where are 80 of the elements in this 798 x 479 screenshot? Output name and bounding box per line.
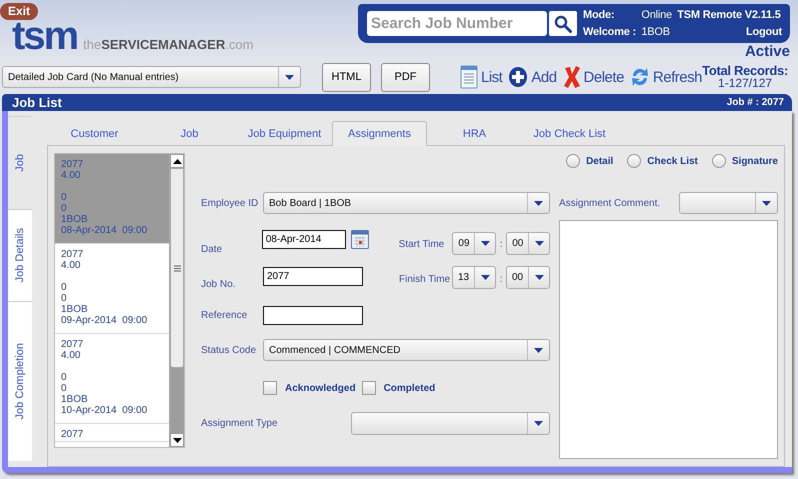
mode-label: Mode:	[583, 8, 616, 22]
minute-dropdown[interactable]: 00	[506, 232, 550, 255]
toolbar-list-link[interactable]: List	[460, 65, 502, 89]
hour-dropdown[interactable]: 13	[452, 266, 496, 289]
field-label: Date	[201, 244, 224, 255]
panel-title: Job List	[12, 95, 62, 110]
grip-icon	[174, 264, 181, 272]
down-arrow-icon	[172, 438, 182, 442]
app-version: TSM Remote V2.11.5	[677, 8, 782, 22]
field-label: Finish Time	[399, 274, 452, 284]
report-dropdown[interactable]: Detailed Job Card (No Manual entries)	[2, 66, 301, 88]
field-label: Assignment Comment.	[559, 198, 660, 208]
search-button[interactable]	[549, 11, 577, 36]
tab[interactable]: HRA	[427, 121, 522, 145]
plus-icon	[508, 66, 528, 88]
job-number: Job # : 2077	[726, 97, 784, 108]
caret-icon	[762, 200, 771, 206]
assignment-type-dropdown[interactable]	[351, 412, 550, 435]
caret-icon	[534, 275, 544, 280]
field-label: Start Time	[398, 239, 446, 250]
logout-link[interactable]: Logout	[746, 24, 782, 40]
tab[interactable]: Job Check List	[522, 121, 617, 145]
checkbox-label: Completed	[384, 382, 436, 394]
time-separator: :	[498, 239, 504, 250]
job-number-field[interactable]: 2077	[263, 267, 363, 286]
user-name: 1BOB	[641, 24, 671, 40]
toolbar-refresh-link[interactable]: Refresh	[630, 65, 702, 89]
field-label: Status Code	[201, 344, 258, 356]
hour-dropdown[interactable]: 09	[452, 232, 496, 255]
caret-icon	[480, 275, 490, 280]
logo-tagline: theSERVICEMANAGER.com	[83, 37, 254, 52]
side-tab[interactable]: Job Completion	[8, 301, 32, 461]
caret-icon	[285, 74, 294, 80]
tab[interactable]: Customer	[47, 121, 142, 145]
radio-option[interactable]: Check List	[627, 153, 698, 169]
caret-icon	[534, 241, 544, 246]
checkbox-label: Acknowledged	[285, 382, 356, 394]
field-label: Job No.	[201, 279, 236, 290]
radio-option[interactable]: Signature	[712, 153, 778, 169]
list-icon	[460, 65, 478, 89]
caret-icon	[480, 241, 490, 246]
logo-text: tsm	[12, 18, 78, 54]
search-icon	[554, 14, 572, 32]
caret-icon	[534, 200, 543, 206]
employee-dropdown[interactable]: Bob Board | 1BOB	[263, 192, 550, 214]
field-label: Employee ID	[201, 198, 260, 208]
toolbar-delete-link[interactable]: Delete	[562, 65, 624, 89]
field-label: Assignment Type	[201, 418, 278, 429]
total-records-label: Total Records:	[702, 65, 788, 77]
checkbox[interactable]	[362, 381, 376, 395]
checkbox[interactable]	[263, 381, 277, 395]
total-records-value: 1-127/127	[718, 77, 772, 89]
up-arrow-icon	[172, 158, 182, 164]
status-text: Active	[744, 44, 790, 60]
side-tab[interactable]: Job Details	[8, 209, 32, 301]
calendar-icon	[350, 230, 369, 249]
reference-field[interactable]	[263, 306, 363, 325]
toolbar-add-link[interactable]: Add	[508, 66, 557, 88]
date-field[interactable]: 08-Apr-2014	[262, 230, 346, 249]
minute-dropdown[interactable]: 00	[506, 266, 550, 289]
field-label: Reference	[201, 310, 248, 321]
export-button[interactable]: PDF	[381, 62, 430, 92]
tab[interactable]: Job	[142, 121, 237, 145]
side-tab[interactable]: Job	[8, 116, 32, 209]
caret-icon	[534, 421, 543, 426]
status-dropdown[interactable]: Commenced | COMMENCED	[263, 339, 550, 361]
search-field[interactable]: Search Job Number	[367, 11, 547, 36]
time-separator: :	[498, 274, 504, 284]
mode-value: Online	[641, 8, 673, 22]
tab[interactable]: Assignments	[332, 121, 427, 146]
x-icon	[562, 65, 581, 89]
export-button[interactable]: HTML	[322, 62, 371, 92]
tab[interactable]: Job Equipment	[237, 121, 332, 145]
comment-field[interactable]	[559, 220, 778, 459]
exit-button[interactable]: Exit	[0, 3, 38, 20]
welcome-label: Welcome :	[583, 24, 638, 40]
comment-dropdown[interactable]	[679, 192, 778, 214]
scrollbar[interactable]	[169, 154, 184, 447]
caret-icon	[534, 348, 543, 352]
radio-option[interactable]: Detail	[566, 153, 614, 169]
